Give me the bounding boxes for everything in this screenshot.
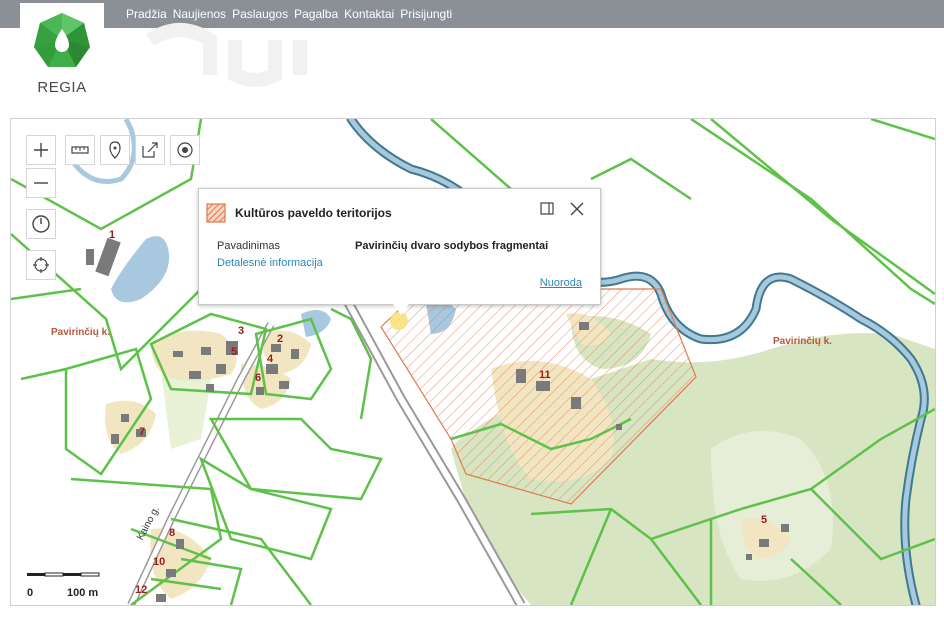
marker-button[interactable] <box>100 135 130 165</box>
parcel-number: 3 <box>238 325 245 337</box>
zoom-out-icon <box>34 182 48 184</box>
target-button[interactable] <box>170 135 200 165</box>
share-button[interactable] <box>135 135 165 165</box>
scale-max-label: 100 m <box>67 587 99 599</box>
reference-link[interactable]: Nuoroda <box>540 277 582 289</box>
logo-gem-icon <box>34 13 90 67</box>
regia-logo[interactable]: REGIA <box>20 3 104 101</box>
parcel-number: 12 <box>135 584 148 596</box>
measure-button[interactable] <box>65 135 95 165</box>
zoom-in-icon <box>34 143 48 157</box>
history-button[interactable] <box>26 209 56 239</box>
marker-icon <box>109 141 121 159</box>
popup-title: Kultūros paveldo teritorijos <box>235 206 392 220</box>
parcel-number: 2 <box>277 333 284 345</box>
village-label-east: Pavirinčių k. <box>773 336 832 347</box>
logo-text: REGIA <box>37 79 87 96</box>
top-bar: Pradžia Naujienos Paslaugos Pagalba Kont… <box>0 0 944 28</box>
popup-pointer <box>391 301 411 315</box>
scale-min-label: 0 <box>27 587 34 599</box>
measure-icon <box>71 146 89 154</box>
map-view[interactable]: Pavirinčių k. Pavirinčių k. 1 3 2 5 4 6 … <box>10 118 936 606</box>
nav-help[interactable]: Pagalba <box>294 7 338 21</box>
nav-login[interactable]: Prisijungti <box>400 7 452 21</box>
parcel-number: 4 <box>267 353 274 365</box>
info-popup: Kultūros paveldo teritorijos Pavadinimas… <box>198 188 601 305</box>
zoom-in-button[interactable] <box>26 135 56 165</box>
nav-contacts[interactable]: Kontaktai <box>344 7 394 21</box>
nav-news[interactable]: Naujienos <box>173 7 226 21</box>
zoom-out-button[interactable] <box>26 168 56 198</box>
nav-home[interactable]: Pradžia <box>126 7 167 21</box>
field-value: Pavirinčių dvaro sodybos fragmentai <box>355 240 549 252</box>
parcel-number: 5 <box>231 346 238 358</box>
parcel-number: 8 <box>169 527 176 539</box>
parcel-number: 5 <box>761 514 768 526</box>
nav-services[interactable]: Paslaugos <box>232 7 288 21</box>
parcel-number: 11 <box>539 369 551 381</box>
parcel-number: 6 <box>255 372 262 384</box>
field-label: Pavadinimas <box>217 240 280 252</box>
share-icon <box>142 142 158 158</box>
locate-icon <box>33 257 49 273</box>
parcel-number: 7 <box>139 426 146 438</box>
detail-info-link[interactable]: Detalesnė informacija <box>217 257 323 269</box>
parcel-number: 1 <box>109 229 116 241</box>
locate-button[interactable] <box>26 250 56 280</box>
history-icon <box>32 215 50 233</box>
village-label-west: Pavirinčių k. <box>51 327 110 338</box>
target-icon <box>177 142 193 158</box>
close-icon[interactable] <box>569 201 585 217</box>
parcel-number: 10 <box>153 556 166 568</box>
main-nav: Pradžia Naujienos Paslaugos Pagalba Kont… <box>126 0 458 28</box>
expand-icon[interactable] <box>539 201 555 217</box>
heritage-layer-icon <box>206 203 226 223</box>
